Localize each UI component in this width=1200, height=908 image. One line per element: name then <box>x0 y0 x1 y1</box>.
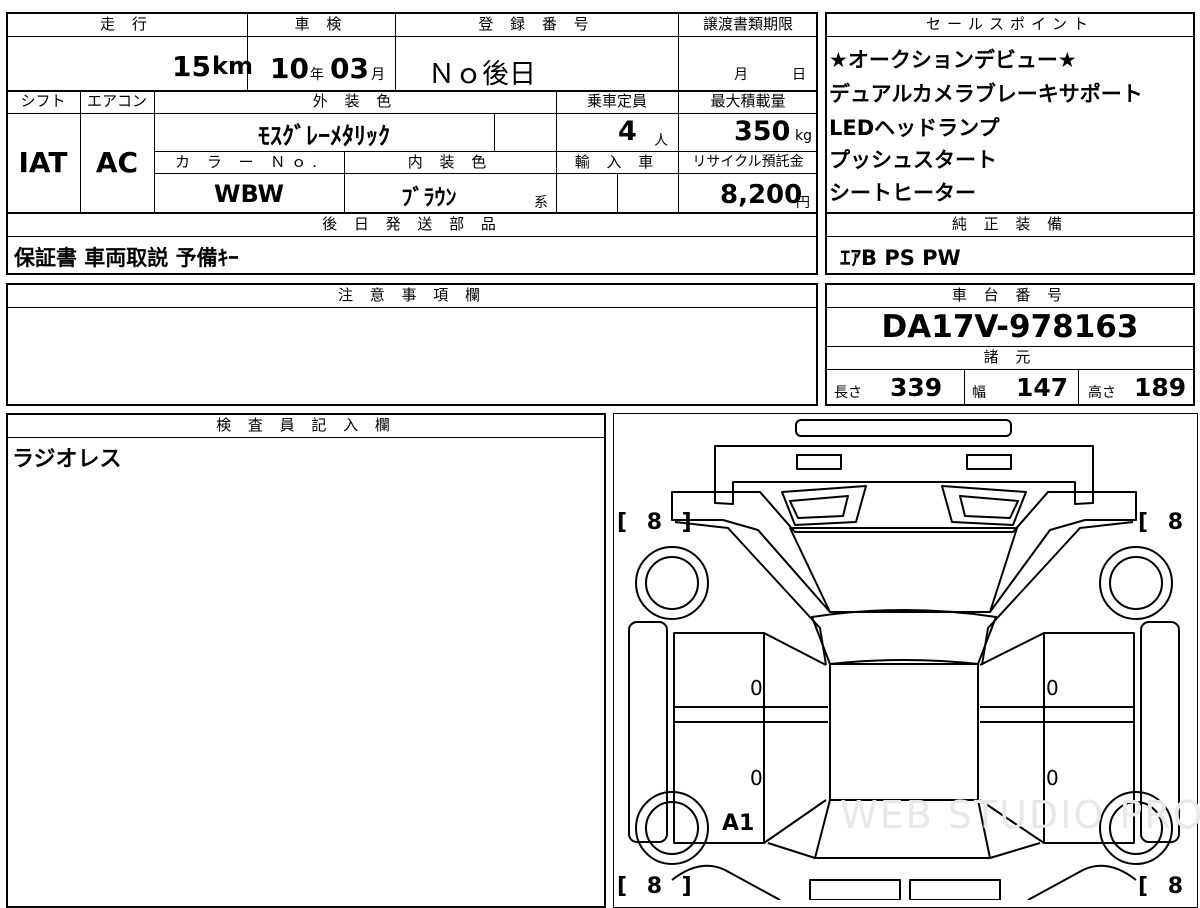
tire-front-right-grade: [ 8 ] <box>1138 510 1200 535</box>
car-diagram <box>628 419 1180 900</box>
hood-shape <box>714 445 1094 505</box>
tire-rear-left-grade: [ 8 ] <box>617 874 698 899</box>
watermark: WEB STUDIO PRO <box>840 793 1200 837</box>
roof-front-shape <box>811 609 997 665</box>
roof-shape <box>829 663 979 801</box>
tire-front-left-grade: [ 8 ] <box>617 510 698 535</box>
door-fr-grade: 0 <box>1046 676 1059 700</box>
windshield-shape <box>789 527 1018 613</box>
damage-mark: A1 <box>722 811 755 836</box>
door-rr-grade: 0 <box>1046 766 1059 790</box>
tire-rear-right-grade: [ 8 ] <box>1138 874 1200 899</box>
front-bumper-shape <box>795 419 1012 437</box>
door-fl-grade: 0 <box>750 676 763 700</box>
door-rl-grade: 0 <box>750 766 763 790</box>
